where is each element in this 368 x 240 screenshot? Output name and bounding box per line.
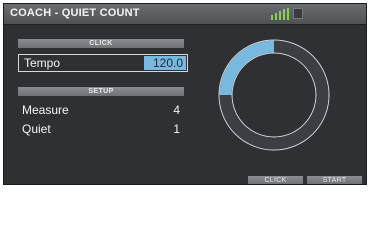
tempo-value-field[interactable]: 120.0	[144, 56, 186, 70]
donut-inner-ring	[231, 52, 317, 138]
quiet-count-donut	[218, 39, 330, 151]
level-meter-icon	[271, 8, 293, 20]
measure-label: Measure	[22, 103, 69, 117]
title-bar: COACH - QUIET COUNT	[4, 4, 366, 25]
setup-section-header: SETUP	[18, 87, 184, 96]
quiet-label: Quiet	[22, 122, 51, 136]
start-function-button[interactable]: START	[307, 176, 362, 184]
screen-title: COACH - QUIET COUNT	[10, 7, 140, 19]
click-section-header: CLICK	[18, 39, 184, 48]
click-function-button[interactable]: CLICK	[248, 176, 303, 184]
tempo-row[interactable]: Tempo 120.0	[18, 54, 188, 72]
coach-quiet-count-screen: COACH - QUIET COUNT CLICK Tempo 120.0 SE…	[3, 3, 367, 185]
tempo-label: Tempo	[24, 56, 61, 70]
battery-icon	[293, 8, 303, 19]
measure-value[interactable]: 4	[154, 103, 180, 117]
quiet-value[interactable]: 1	[154, 122, 180, 136]
